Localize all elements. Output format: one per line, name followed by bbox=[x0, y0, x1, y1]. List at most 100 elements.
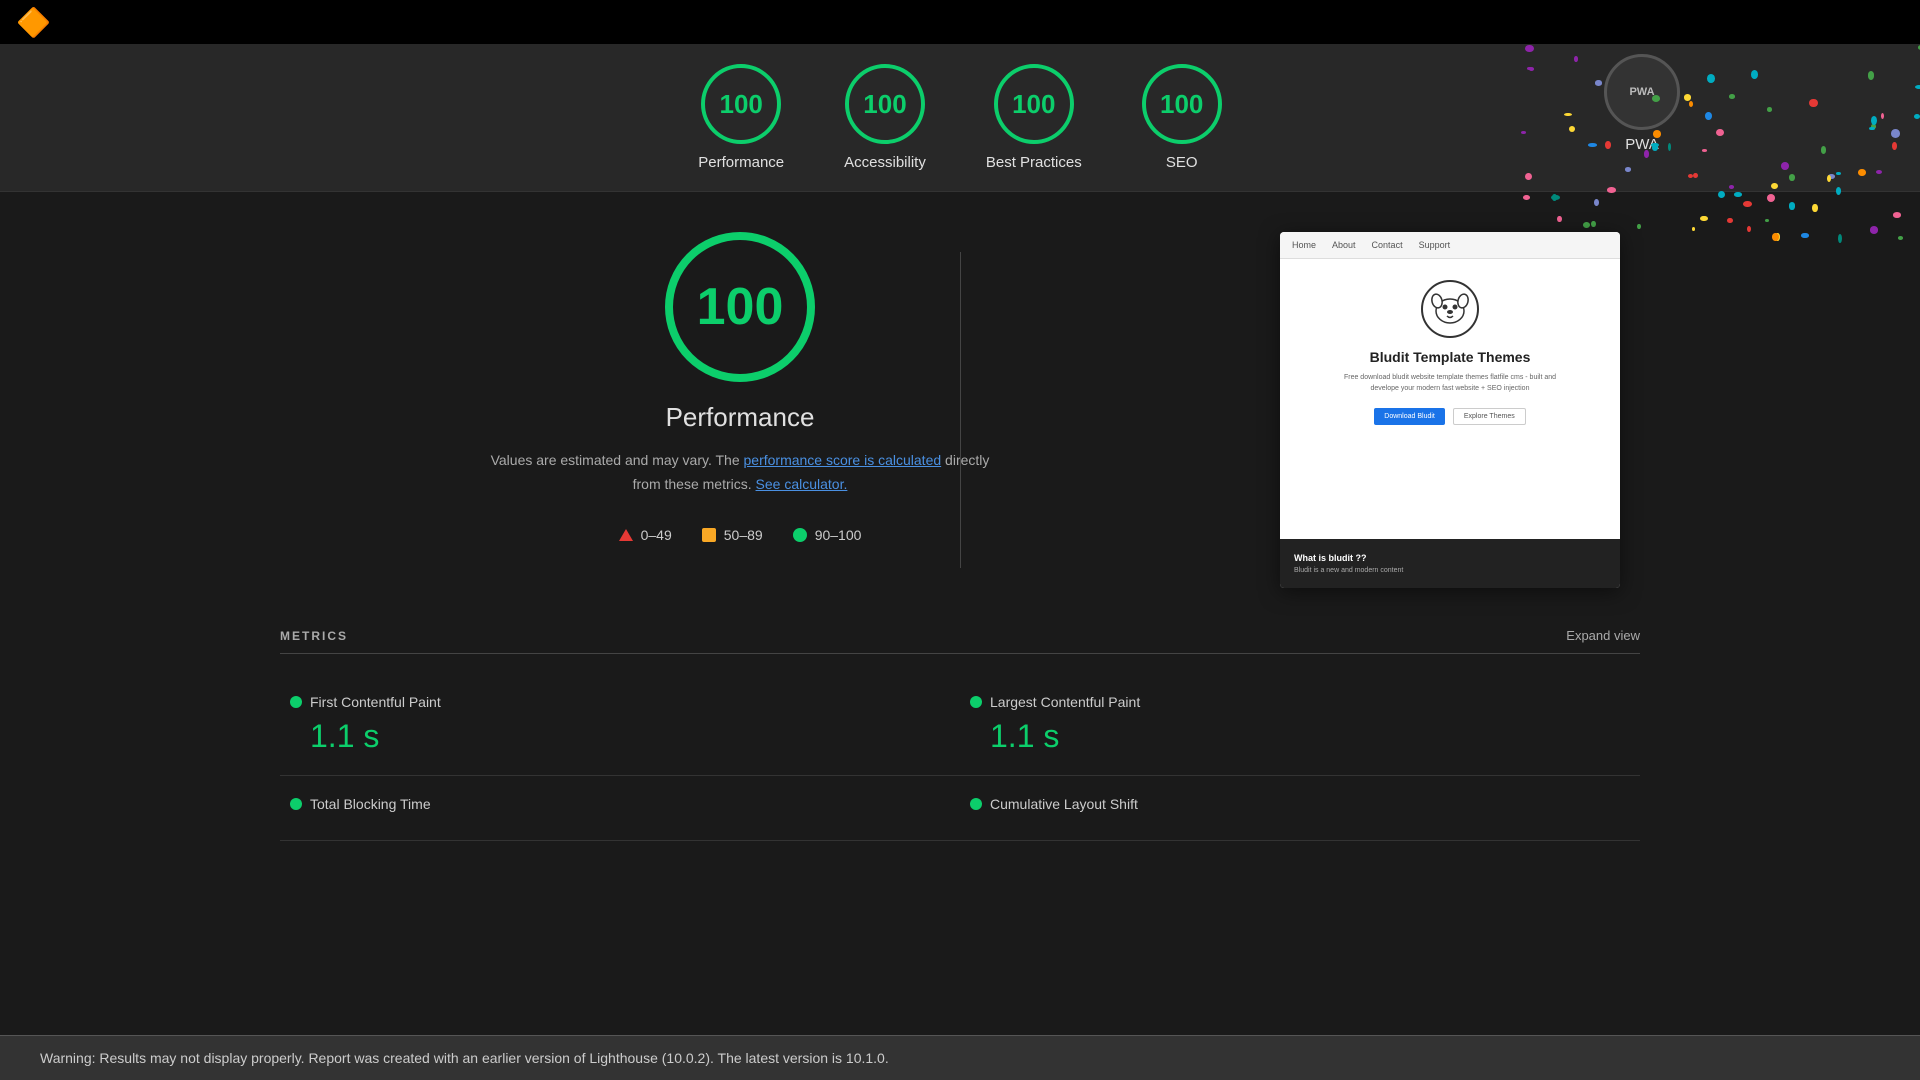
app-logo: 🔶 bbox=[16, 6, 51, 39]
calc-link[interactable]: See calculator. bbox=[756, 476, 848, 492]
confetti-dot bbox=[1915, 85, 1920, 89]
preview-footer-text: Bludit is a new and modern content bbox=[1294, 567, 1606, 574]
confetti-dot bbox=[1789, 174, 1796, 181]
confetti-dot bbox=[1871, 116, 1877, 125]
confetti-dot bbox=[1625, 167, 1631, 171]
preview-footer-title: What is bludit ?? bbox=[1294, 553, 1606, 563]
score-item-best-practices: 100 Best Practices bbox=[986, 64, 1082, 171]
score-circle-seo[interactable]: 100 bbox=[1142, 64, 1222, 144]
pwa-section: PWA PWA bbox=[1604, 54, 1680, 153]
top-bar: 🔶 bbox=[0, 0, 1920, 44]
score-item-accessibility: 100 Accessibility bbox=[844, 64, 926, 171]
legend: 0–49 50–89 90–100 bbox=[619, 527, 862, 543]
score-label-accessibility: Accessibility bbox=[844, 154, 926, 171]
score-item-seo: 100 SEO bbox=[1142, 64, 1222, 171]
score-circle-best-practices[interactable]: 100 bbox=[994, 64, 1074, 144]
metrics-title: METRICS bbox=[280, 629, 348, 643]
confetti-dot bbox=[1564, 113, 1573, 117]
warning-text: Warning: Results may not display properl… bbox=[40, 1050, 889, 1066]
confetti-dot bbox=[1751, 70, 1758, 79]
confetti-dot bbox=[1828, 174, 1835, 179]
confetti-dot bbox=[1684, 94, 1691, 100]
preview-footer: What is bludit ?? Bludit is a new and mo… bbox=[1280, 539, 1620, 588]
confetti-dot bbox=[1588, 143, 1597, 147]
pwa-label: PWA bbox=[1625, 136, 1659, 153]
performance-title: Performance bbox=[666, 402, 815, 433]
legend-range-low: 0–49 bbox=[641, 527, 672, 543]
metric-header-tbt: Total Blocking Time bbox=[290, 796, 950, 812]
large-score-circle: 100 bbox=[665, 232, 815, 382]
confetti-dot bbox=[1876, 170, 1882, 174]
preview-nav-home: Home bbox=[1292, 240, 1316, 250]
confetti-dot bbox=[1702, 149, 1708, 152]
confetti-dot bbox=[1689, 101, 1693, 107]
legend-item-mid: 50–89 bbox=[702, 527, 763, 543]
preview-site-title: Bludit Template Themes bbox=[1370, 349, 1531, 365]
confetti-dot bbox=[1595, 80, 1602, 85]
confetti-dot bbox=[1729, 94, 1735, 98]
preview-nav-contact: Contact bbox=[1372, 240, 1403, 250]
preview-nav-support: Support bbox=[1419, 240, 1451, 250]
confetti-dot bbox=[1529, 67, 1534, 71]
metric-name-tbt: Total Blocking Time bbox=[310, 796, 431, 812]
confetti-dot bbox=[1891, 129, 1900, 137]
pwa-circle: PWA bbox=[1604, 54, 1680, 130]
circle-icon bbox=[793, 528, 807, 542]
preview-site-desc: Free download bludit website template th… bbox=[1340, 373, 1560, 394]
metrics-grid: First Contentful Paint 1.1 s Largest Con… bbox=[280, 674, 1640, 841]
metric-value-fcp: 1.1 s bbox=[290, 718, 950, 755]
divider-line bbox=[960, 252, 961, 568]
metric-value-lcp: 1.1 s bbox=[970, 718, 1630, 755]
metric-dot-fcp bbox=[290, 696, 302, 708]
metric-dot-cls bbox=[970, 798, 982, 810]
legend-item-high: 90–100 bbox=[793, 527, 862, 543]
metrics-section: METRICS Expand view First Contentful Pai… bbox=[0, 628, 1920, 881]
confetti-dot bbox=[1809, 99, 1818, 108]
description-text: Values are estimated and may vary. The p… bbox=[490, 449, 990, 497]
confetti-dot bbox=[1525, 173, 1532, 180]
metric-item-cls: Cumulative Layout Shift bbox=[960, 776, 1640, 841]
metric-item-fcp: First Contentful Paint 1.1 s bbox=[280, 674, 960, 776]
large-score-value: 100 bbox=[697, 277, 784, 337]
confetti-dot bbox=[1892, 142, 1897, 150]
expand-view-link[interactable]: Expand view bbox=[1566, 628, 1640, 643]
metrics-header: METRICS Expand view bbox=[280, 628, 1640, 654]
preview-download-btn[interactable]: Download Bludit bbox=[1374, 408, 1445, 425]
right-panel: Home About Contact Support bbox=[1260, 232, 1640, 588]
pwa-badge: PWA bbox=[1629, 86, 1654, 98]
confetti-dot bbox=[1827, 175, 1831, 182]
score-item-performance: 100 Performance bbox=[698, 64, 784, 171]
confetti-dot bbox=[1688, 174, 1694, 179]
score-circle-performance[interactable]: 100 bbox=[701, 64, 781, 144]
confetti-dot bbox=[1821, 146, 1826, 153]
warning-bar: Warning: Results may not display properl… bbox=[0, 1035, 1920, 1080]
confetti-dot bbox=[1574, 56, 1578, 61]
metric-dot-tbt bbox=[290, 798, 302, 810]
legend-range-high: 90–100 bbox=[815, 527, 862, 543]
metric-header-fcp: First Contentful Paint bbox=[290, 694, 950, 710]
left-panel: 100 Performance Values are estimated and… bbox=[280, 232, 1200, 588]
confetti-dot bbox=[1729, 185, 1735, 189]
preview-nav-about: About bbox=[1332, 240, 1356, 250]
confetti-dot bbox=[1868, 71, 1875, 80]
confetti-dot bbox=[1871, 124, 1877, 129]
confetti-dot bbox=[1836, 172, 1841, 175]
score-circle-accessibility[interactable]: 100 bbox=[845, 64, 925, 144]
confetti-dot bbox=[1527, 67, 1532, 70]
confetti-dot bbox=[1869, 127, 1874, 130]
metric-dot-lcp bbox=[970, 696, 982, 708]
confetti-dot bbox=[1767, 107, 1772, 111]
metric-item-lcp: Largest Contentful Paint 1.1 s bbox=[960, 674, 1640, 776]
confetti-dot bbox=[1716, 129, 1724, 136]
desc-prefix: Values are estimated and may vary. The bbox=[491, 452, 744, 468]
metric-name-lcp: Largest Contentful Paint bbox=[990, 694, 1140, 710]
perf-score-link[interactable]: performance score is calculated bbox=[744, 452, 942, 468]
score-label-performance: Performance bbox=[698, 154, 784, 171]
website-preview: Home About Contact Support bbox=[1280, 232, 1620, 588]
confetti-dot bbox=[1881, 113, 1884, 119]
preview-explore-btn[interactable]: Explore Themes bbox=[1453, 408, 1526, 425]
metric-name-fcp: First Contentful Paint bbox=[310, 694, 441, 710]
preview-buttons: Download Bludit Explore Themes bbox=[1374, 408, 1525, 425]
confetti-dot bbox=[1705, 112, 1712, 120]
legend-range-mid: 50–89 bbox=[724, 527, 763, 543]
